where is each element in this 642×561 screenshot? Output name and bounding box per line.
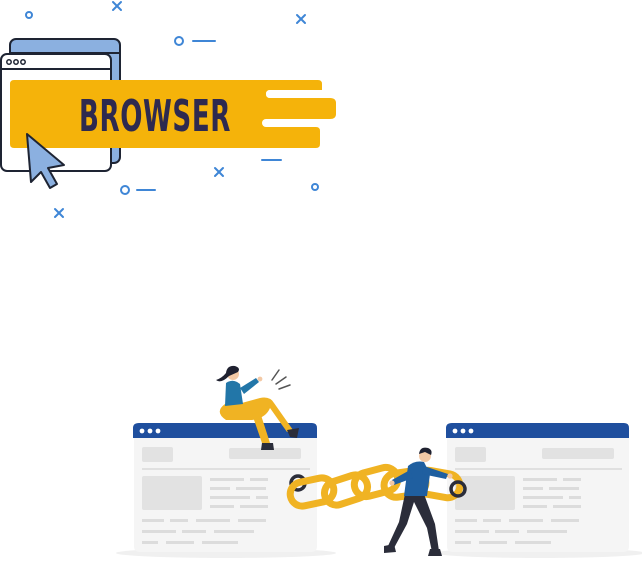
link-building-illustration	[116, 365, 642, 558]
person-icon	[384, 447, 453, 556]
web-page-icon	[446, 423, 629, 552]
